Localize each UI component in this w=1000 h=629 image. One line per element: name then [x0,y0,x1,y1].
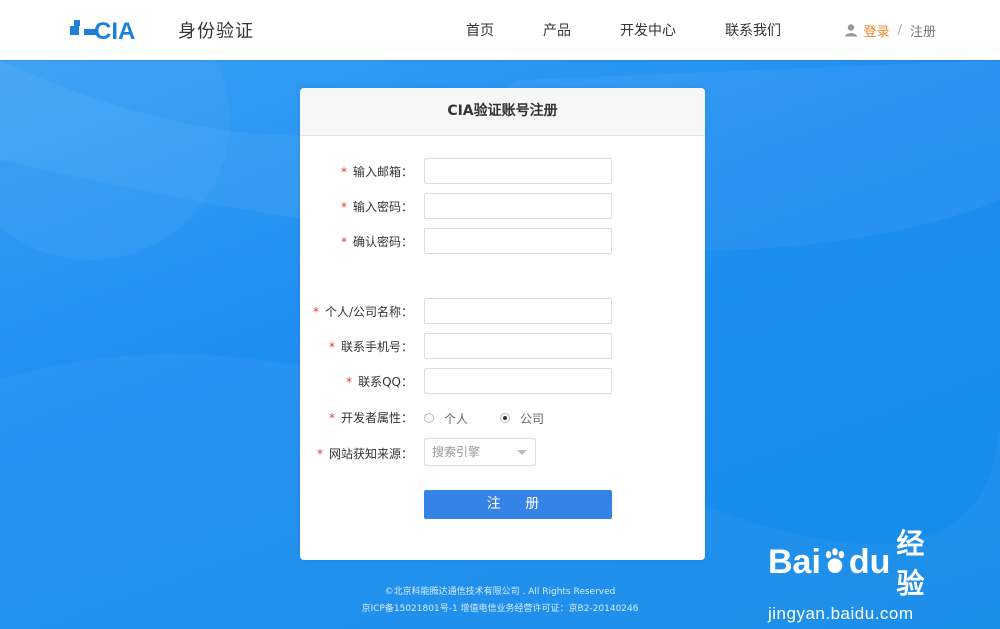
nav-developer-center[interactable]: 开发中心 [620,20,676,40]
email-label-text: 输入邮箱： [352,165,413,179]
nav-contact-us[interactable]: 联系我们 [725,20,781,40]
source-label-text: 网站获知来源： [328,447,413,461]
developer-type-radios: 个人 公司 [424,404,576,432]
company-row: * 个人/公司名称： [300,298,705,326]
password-label-text: 输入密码： [352,200,413,214]
baidu-jingyan-watermark: Bai du 经验 jingyan.baidu.com [768,522,948,623]
radio-company-label: 公司 [520,411,545,426]
radio-company-dot[interactable] [500,413,511,423]
logo-text: CIA [94,18,135,42]
register-title: CIA验证账号注册 [300,88,705,136]
site-name: 身份验证 [178,21,254,42]
qq-label-text: 联系QQ： [358,375,413,389]
developer-type-row: * 开发者属性： 个人 公司 [300,404,705,432]
email-label: * 输入邮箱： [341,158,413,186]
confirm-password-label: * 确认密码： [341,228,413,256]
required-mark: * [312,305,319,319]
site-logo[interactable]: CIA 身份验证 [70,16,254,44]
radio-individual-dot[interactable] [424,413,434,423]
source-label: * 网站获知来源： [317,440,413,468]
source-row: * 网站获知来源： 搜索引擎 [300,438,705,468]
source-selected-value: 搜索引擎 [432,445,481,459]
radio-individual[interactable]: 个人 [424,410,468,427]
phone-row: * 联系手机号： [300,333,705,361]
auth-links: 登录 / 注册 [844,0,936,60]
required-mark: * [340,200,347,214]
watermark-brand-right: du [848,542,891,581]
email-input[interactable] [424,158,612,184]
chevron-down-icon [517,450,527,455]
password-row: * 输入密码： [300,193,705,221]
nav-home[interactable]: 首页 [466,20,494,40]
paw-icon [825,548,845,574]
developer-type-label: * 开发者属性： [329,404,413,432]
main-nav: 首页 产品 开发中心 联系我们 [466,0,781,60]
auth-separator: / [897,22,902,38]
watermark-brand: Bai du 经验 [768,522,948,602]
required-mark: * [328,411,335,425]
email-row: * 输入邮箱： [300,158,705,186]
user-icon [844,23,858,37]
required-mark: * [346,375,353,389]
register-button[interactable]: 注 册 [424,490,612,519]
phone-label: * 联系手机号： [329,333,413,361]
qq-label: * 联系QQ： [346,368,413,396]
required-mark: * [340,165,347,179]
password-input[interactable] [424,193,612,219]
confirm-password-label-text: 确认密码： [352,235,413,249]
confirm-password-row: * 确认密码： [300,228,705,256]
company-label-text: 个人/公司名称： [324,305,413,319]
nav-products[interactable]: 产品 [543,20,571,40]
watermark-brand-cn: 经验 [896,528,925,599]
phone-label-text: 联系手机号： [340,340,413,354]
source-select[interactable]: 搜索引擎 [424,438,536,466]
password-label: * 输入密码： [341,193,413,221]
register-card: CIA验证账号注册 * 输入邮箱： * 输入密码： * 确认密码： * 个人/公司名称：… [300,88,705,560]
required-mark: * [316,447,323,461]
developer-type-label-text: 开发者属性： [340,411,413,425]
watermark-brand-left: Bai [768,542,821,581]
top-header: CIA 身份验证 首页 产品 开发中心 联系我们 登录 / 注册 [0,0,1000,60]
radio-company[interactable]: 公司 [500,410,544,427]
required-mark: * [328,340,335,354]
phone-input[interactable] [424,333,612,359]
radio-individual-label: 个人 [444,411,469,426]
confirm-password-input[interactable] [424,228,612,254]
required-mark: * [340,235,347,249]
login-link[interactable]: 登录 [864,21,890,40]
register-link[interactable]: 注册 [910,21,936,40]
watermark-url: jingyan.baidu.com [768,604,914,623]
company-name-input[interactable] [424,298,612,324]
qq-row: * 联系QQ： [300,368,705,396]
cia-logo-icon: CIA [70,18,135,42]
qq-input[interactable] [424,368,612,394]
company-label: * 个人/公司名称： [313,298,413,326]
